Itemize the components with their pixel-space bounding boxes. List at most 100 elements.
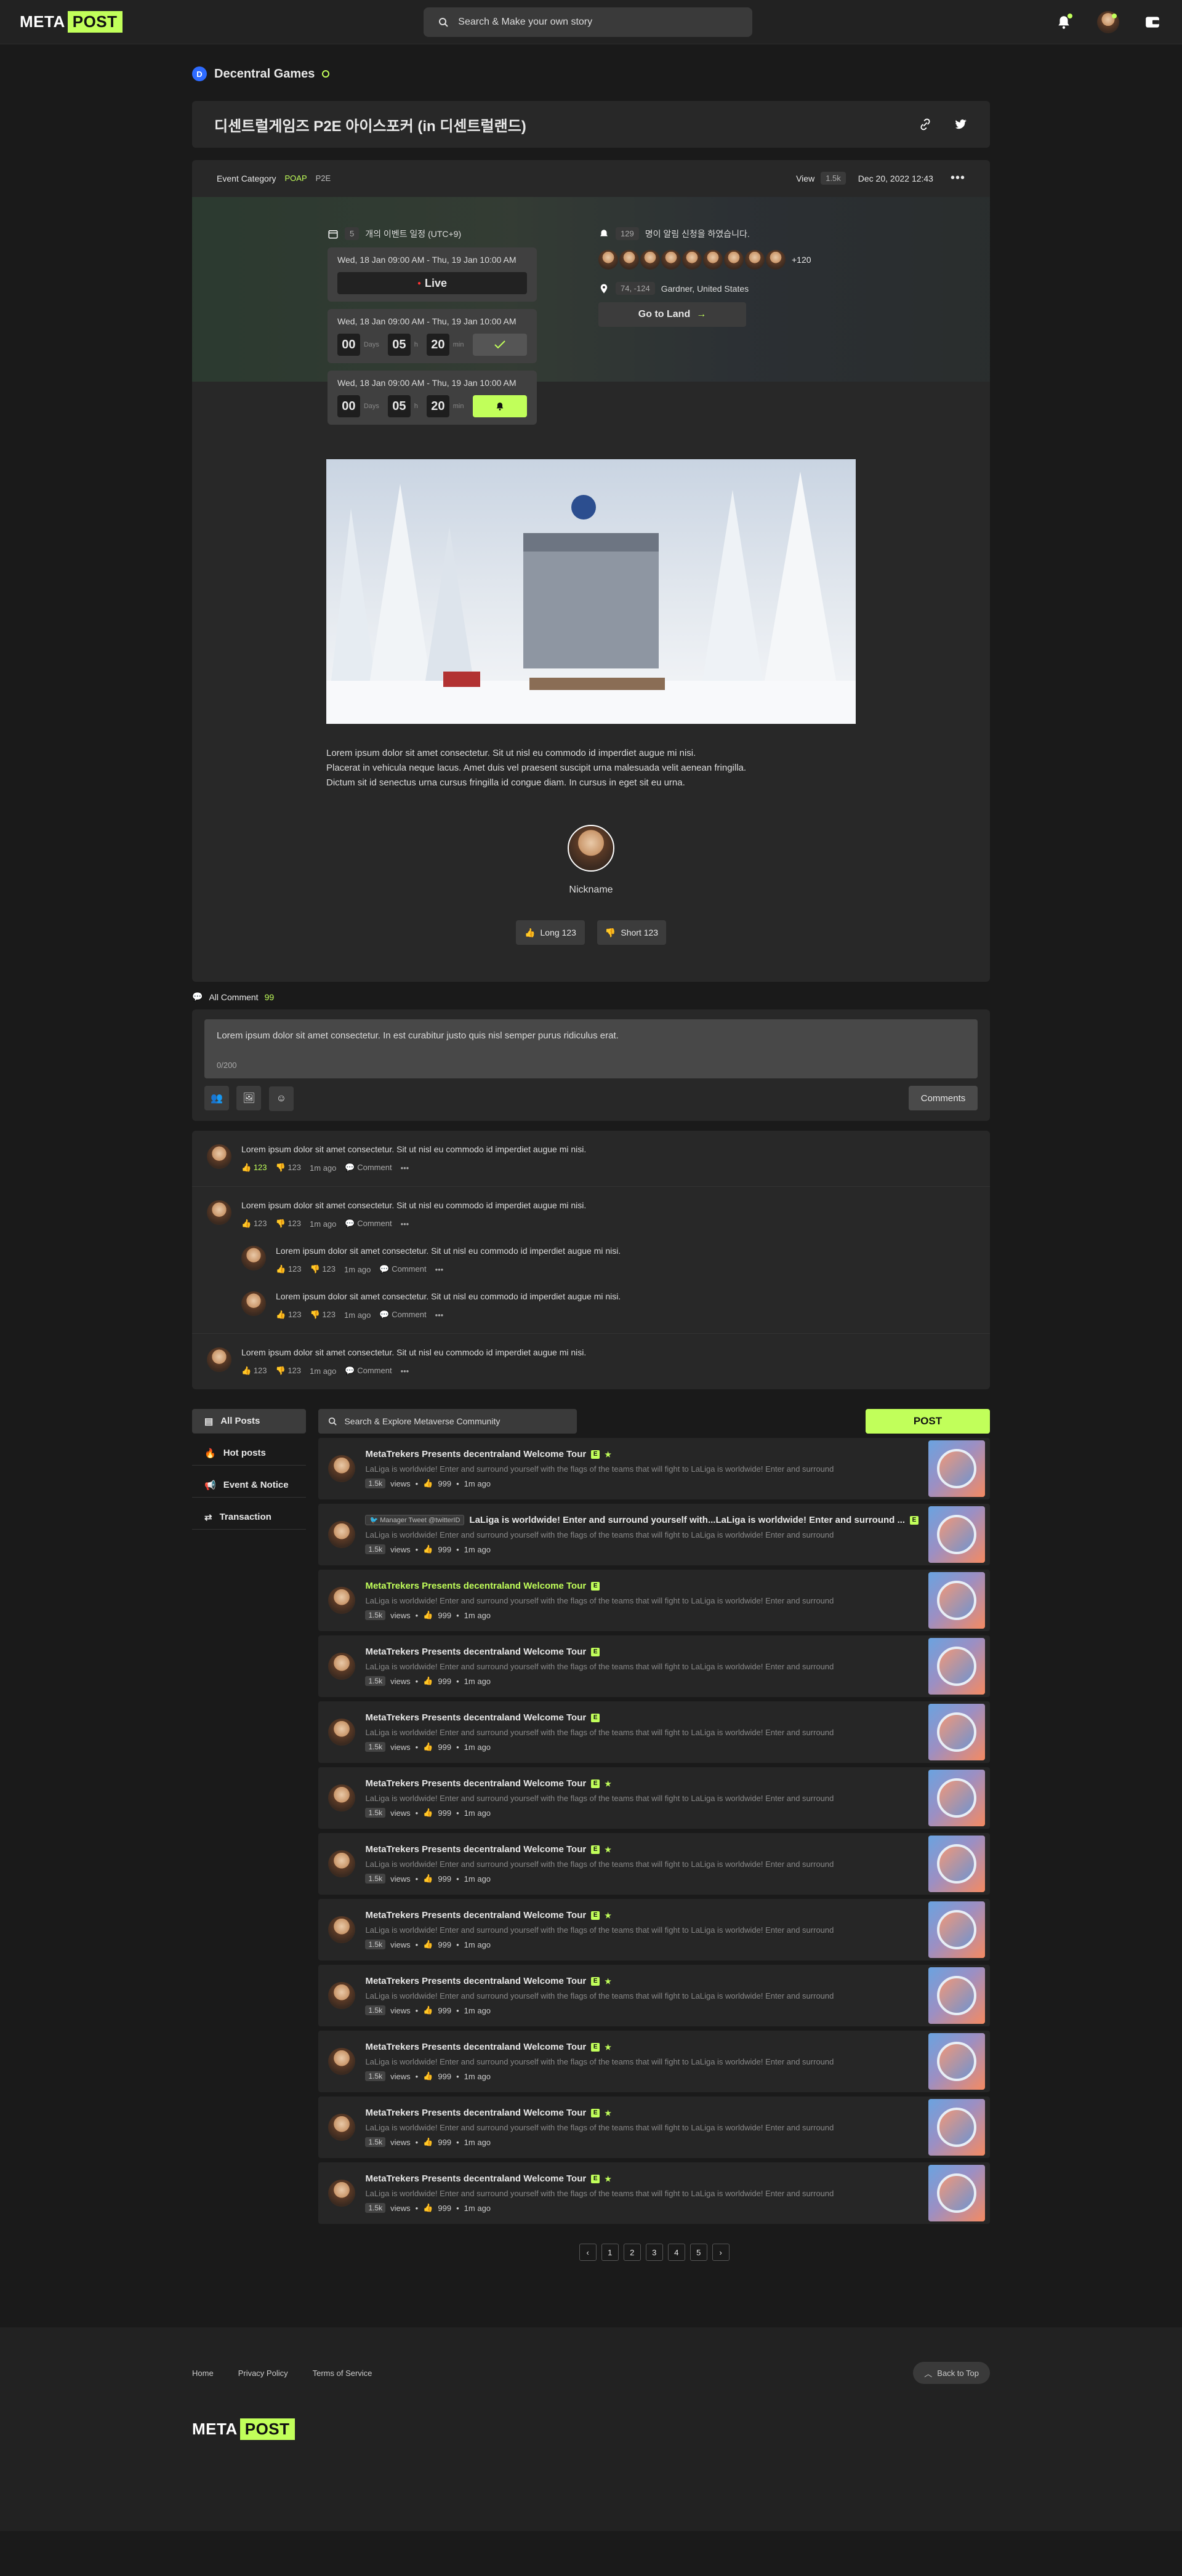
event-banner-image: [326, 459, 856, 724]
sidebar-item-hot-posts[interactable]: 🔥 Hot posts: [192, 1441, 307, 1466]
header-search-bar[interactable]: Search & Make your own story: [424, 7, 753, 37]
slot-time: Wed, 18 Jan 09:00 AM - Thu, 19 Jan 10:00…: [337, 378, 517, 388]
location-pin-icon: [600, 284, 608, 293]
reply-button[interactable]: 💬 Comment: [345, 1163, 392, 1173]
like-icon: 👍: [423, 2005, 433, 2015]
post-item[interactable]: MetaTrekers Presents decentraland Welcom…: [318, 1570, 990, 1631]
avatar: [619, 250, 639, 270]
user-avatar[interactable]: [1097, 10, 1119, 33]
post-item[interactable]: 🐦 Manager Tweet @twitterID LaLiga is worl…: [318, 1504, 990, 1565]
community-sidebar: ▤ All Posts 🔥 Hot posts 📢 Event & Notice ⇄ T…: [192, 1409, 307, 2261]
comment-input[interactable]: Lorem ipsum dolor sit amet consectetur. …: [204, 1019, 978, 1078]
back-to-top-button[interactable]: ︿ Back to Top: [913, 2362, 990, 2384]
post-item[interactable]: MetaTrekers Presents decentraland Welcom…: [318, 2097, 990, 2158]
next-page-icon[interactable]: ›: [712, 2244, 730, 2261]
go-to-land-button[interactable]: Go to Land →: [598, 302, 746, 327]
post-item[interactable]: MetaTrekers Presents decentraland Welcom…: [318, 1899, 990, 1960]
footer-link-terms[interactable]: Terms of Service: [313, 2369, 372, 2378]
post-item[interactable]: MetaTrekers Presents decentraland Welcom…: [318, 2162, 990, 2224]
chevron-up-icon: ︿: [924, 2369, 933, 2378]
page-2[interactable]: 2: [623, 2244, 641, 2261]
notification-bell-icon[interactable]: [1054, 12, 1074, 32]
bell-icon: [496, 403, 504, 411]
like-icon: 👍: [423, 1874, 433, 1883]
reply-button[interactable]: 💬 Comment: [379, 1264, 426, 1274]
post-title: MetaTrekers Presents decentraland Welcom…: [365, 1449, 611, 1459]
more-icon[interactable]: •••: [435, 1310, 444, 1320]
footer-logo[interactable]: META POST: [192, 2418, 990, 2440]
post-item[interactable]: MetaTrekers Presents decentraland Welcom…: [318, 1767, 990, 1829]
link-icon[interactable]: [919, 118, 932, 131]
alarm-button[interactable]: [472, 395, 527, 417]
more-options-icon[interactable]: •••: [951, 171, 965, 185]
footer-link-privacy[interactable]: Privacy Policy: [238, 2369, 288, 2378]
short-vote-button[interactable]: 👎 Short 123: [597, 920, 666, 945]
image-icon[interactable]: 🖼: [236, 1086, 262, 1110]
emoji-icon[interactable]: ☺: [268, 1086, 294, 1111]
more-icon[interactable]: •••: [435, 1265, 444, 1274]
post-item[interactable]: MetaTrekers Presents decentraland Welcom…: [318, 1438, 990, 1499]
reply-button[interactable]: 💬 Comment: [379, 1310, 426, 1320]
tag-p2e[interactable]: P2E: [316, 174, 331, 183]
countdown-hours: 05: [387, 334, 411, 356]
post-item[interactable]: MetaTrekers Presents decentraland Welcom…: [318, 1701, 990, 1763]
footer: Home Privacy Policy Terms of Service ︿ Ba…: [0, 2327, 1182, 2531]
event-badge: E: [591, 1647, 600, 1656]
mention-icon[interactable]: 👥: [204, 1086, 229, 1110]
view-label: View: [796, 173, 815, 183]
avatar: [328, 2180, 356, 2207]
post-item[interactable]: MetaTrekers Presents decentraland Welcom…: [318, 1965, 990, 2026]
page-1[interactable]: 1: [601, 2244, 619, 2261]
post-thumbnail: [928, 2033, 985, 2090]
community-search-input[interactable]: Search & Explore Metaverse Community: [318, 1409, 577, 1434]
thumbs-down-icon: 👎: [605, 927, 616, 937]
twitter-icon[interactable]: [954, 118, 968, 131]
view-count: 1.5k: [365, 1940, 386, 1949]
wallet-icon[interactable]: [1143, 12, 1162, 32]
land-location: Gardner, United States: [661, 283, 749, 294]
avatar: [703, 250, 723, 270]
comment-item: Lorem ipsum dolor sit amet consectetur. …: [192, 1131, 990, 1176]
page-3[interactable]: 3: [645, 2244, 663, 2261]
search-icon: [329, 1417, 337, 1426]
tag-poap[interactable]: POAP: [285, 174, 307, 183]
schedule-panel: 5 개의 이벤트 일정 (UTC+9) Wed, 18 Jan 09:00 AM…: [328, 227, 537, 425]
alarm-set-button[interactable]: [472, 334, 527, 356]
author-avatar[interactable]: [568, 825, 614, 872]
avatar: [328, 1587, 356, 1614]
page-5[interactable]: 5: [690, 2244, 707, 2261]
post-title: MetaTrekers Presents decentraland Welcom…: [365, 2108, 611, 2118]
reply-button[interactable]: 💬 Comment: [345, 1219, 392, 1229]
author-profile[interactable]: Nickname: [217, 825, 965, 896]
post-item[interactable]: MetaTrekers Presents decentraland Welcom…: [318, 1833, 990, 1895]
post-item[interactable]: MetaTrekers Presents decentraland Welcom…: [318, 2031, 990, 2092]
view-count: 1.5k: [365, 1479, 386, 1488]
event-detail-card: Event Category POAP P2E View 1.5k Dec 20…: [192, 160, 990, 982]
reply-button[interactable]: 💬 Comment: [345, 1366, 392, 1376]
view-count: 1.5k: [821, 172, 846, 185]
submit-comment-button[interactable]: Comments: [909, 1086, 978, 1110]
sidebar-item-all-posts[interactable]: ▤ All Posts: [192, 1409, 307, 1434]
page-4[interactable]: 4: [667, 2244, 685, 2261]
sidebar-item-transaction[interactable]: ⇄ Transaction: [192, 1505, 307, 1530]
alarm-location-panel: 129 명이 알림 신청을 하였습니다. +120 74, -124 Gardn…: [598, 227, 857, 425]
more-icon[interactable]: •••: [401, 1219, 409, 1229]
more-icon[interactable]: •••: [401, 1163, 409, 1173]
more-icon[interactable]: •••: [401, 1366, 409, 1376]
community-brand[interactable]: D Decentral Games: [192, 66, 990, 81]
post-desc: LaLiga is worldwide! Enter and surround …: [365, 2057, 834, 2066]
avatar: [241, 1246, 266, 1270]
like-icon: 👍: [423, 1479, 433, 1488]
avatar: [328, 1521, 356, 1548]
logo[interactable]: META POST: [20, 11, 123, 33]
post-item[interactable]: MetaTrekers Presents decentraland Welcom…: [318, 1635, 990, 1697]
sidebar-item-event-notice[interactable]: 📢 Event & Notice: [192, 1473, 307, 1498]
avatar: [682, 250, 702, 270]
footer-link-home[interactable]: Home: [192, 2369, 214, 2378]
long-vote-button[interactable]: 👍 Long 123: [516, 920, 585, 945]
new-post-button[interactable]: POST: [866, 1409, 990, 1434]
post-thumbnail: [928, 2165, 985, 2221]
prev-page-icon[interactable]: ‹: [579, 2244, 597, 2261]
avatar: [328, 1784, 356, 1812]
notification-dot: [1067, 13, 1072, 18]
